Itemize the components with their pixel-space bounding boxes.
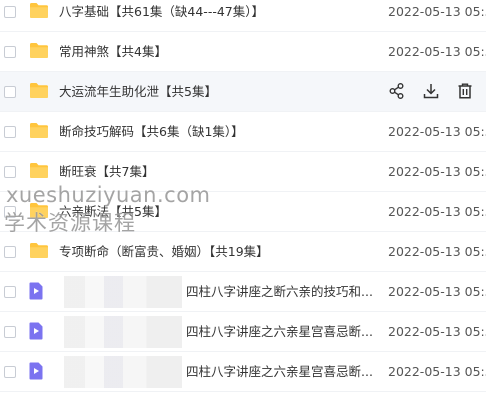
- modified-date: 2022-05-13 05:59: [388, 4, 486, 19]
- modified-date: 2022-05-13 05:59: [388, 204, 486, 219]
- file-name[interactable]: 大运流年生助化泄【共5集】: [59, 83, 217, 101]
- share-icon[interactable]: [388, 82, 406, 100]
- row-checkbox[interactable]: [4, 86, 16, 98]
- row-checkbox[interactable]: [4, 286, 16, 298]
- file-row[interactable]: 常用神煞【共4集】 2022-05-13 05:59: [0, 32, 486, 72]
- file-row-hovered[interactable]: 大运流年生助化泄【共5集】: [0, 72, 486, 112]
- file-name[interactable]: 断旺衰【共7集】: [59, 163, 154, 181]
- redacted-thumbnail: [64, 316, 182, 348]
- modified-date: 2022-05-13 05:59: [388, 244, 486, 259]
- video-file-icon: [29, 362, 43, 380]
- file-row[interactable]: 四柱八字讲座之断六亲的技巧和... 2022-05-13 05:59: [0, 272, 486, 312]
- file-name[interactable]: 八字基础【共61集（缺44---47集）】: [59, 3, 264, 21]
- trash-icon[interactable]: [456, 82, 474, 100]
- file-name[interactable]: 常用神煞【共4集】: [59, 43, 167, 61]
- watermark-text: 学术资源课程: [4, 211, 136, 235]
- redacted-thumbnail: [64, 276, 182, 308]
- download-icon[interactable]: [422, 82, 440, 100]
- file-name[interactable]: 专项断命（断富贵、婚姻）【共19集】: [59, 243, 269, 261]
- file-name[interactable]: 四柱八字讲座之断六亲的技巧和...: [186, 283, 373, 301]
- row-checkbox[interactable]: [4, 46, 16, 58]
- file-row[interactable]: 专项断命（断富贵、婚姻）【共19集】 2022-05-13 05:59: [0, 232, 486, 272]
- modified-date: 2022-05-13 05:59: [388, 44, 486, 59]
- folder-icon: [30, 163, 48, 178]
- file-name[interactable]: 断命技巧解码【共6集（缺1集）】: [59, 123, 244, 141]
- modified-date: 2022-05-13 05:59: [388, 284, 486, 299]
- file-name[interactable]: 四柱八字讲座之六亲星宫喜忌断...: [186, 363, 373, 381]
- folder-icon: [30, 83, 48, 98]
- row-checkbox[interactable]: [4, 246, 16, 258]
- folder-icon: [30, 43, 48, 58]
- modified-date: 2022-05-13 05:59: [388, 364, 486, 379]
- redacted-thumbnail: [64, 356, 182, 388]
- folder-icon: [30, 243, 48, 258]
- row-checkbox[interactable]: [4, 6, 16, 18]
- modified-date: 2022-05-13 05:59: [388, 164, 486, 179]
- row-checkbox[interactable]: [4, 326, 16, 338]
- file-row[interactable]: 四柱八字讲座之六亲星宫喜忌断... 2022-05-13 05:59: [0, 352, 486, 392]
- video-file-icon: [29, 322, 43, 340]
- file-name[interactable]: 四柱八字讲座之六亲星宫喜忌断...: [186, 323, 373, 341]
- row-checkbox[interactable]: [4, 126, 16, 138]
- file-row[interactable]: 八字基础【共61集（缺44---47集）】 2022-05-13 05:59: [0, 0, 486, 32]
- folder-icon: [30, 123, 48, 138]
- folder-icon: [30, 3, 48, 18]
- video-file-icon: [29, 282, 43, 300]
- row-checkbox[interactable]: [4, 166, 16, 178]
- modified-date: 2022-05-13 05:59: [388, 324, 486, 339]
- row-checkbox[interactable]: [4, 366, 16, 378]
- file-row[interactable]: 四柱八字讲座之六亲星宫喜忌断... 2022-05-13 05:59: [0, 312, 486, 352]
- file-list: 八字基础【共61集（缺44---47集）】 2022-05-13 05:59 常…: [0, 0, 486, 417]
- modified-date: 2022-05-13 05:59: [388, 124, 486, 139]
- file-row[interactable]: 断命技巧解码【共6集（缺1集）】 2022-05-13 05:59: [0, 112, 486, 152]
- watermark-url: xueshuziyuan.com: [6, 183, 211, 207]
